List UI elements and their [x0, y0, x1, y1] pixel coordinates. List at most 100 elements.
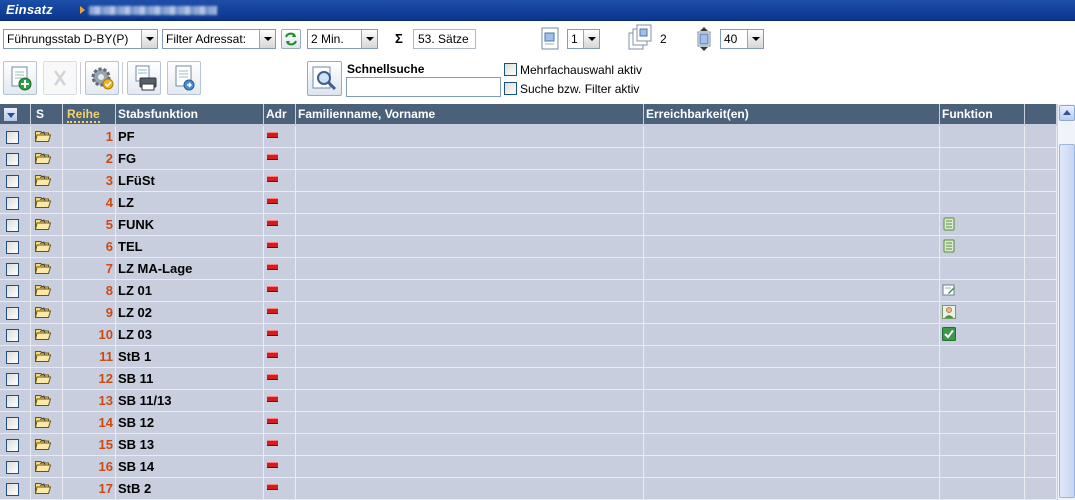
vertical-scrollbar[interactable] — [1057, 104, 1075, 500]
rows-per-page-select[interactable]: 40 — [720, 29, 764, 49]
open-folder-icon[interactable] — [35, 482, 51, 494]
row-checkbox[interactable] — [6, 483, 19, 496]
chevron-down-icon[interactable] — [361, 30, 377, 48]
refresh-interval-select[interactable]: 2 Min. — [307, 29, 378, 49]
select-all-dropdown-icon[interactable] — [3, 107, 18, 122]
open-folder-icon[interactable] — [35, 350, 51, 362]
column-header-stabsfunktion[interactable]: Stabsfunktion — [116, 104, 264, 124]
table-row[interactable]: 1 PF — [0, 126, 1057, 148]
address-flag-icon[interactable] — [267, 308, 278, 314]
edit-note-icon[interactable] — [942, 283, 956, 297]
column-header-s[interactable]: S — [31, 104, 63, 124]
table-row[interactable]: 17 StB 2 — [0, 478, 1057, 500]
address-flag-icon[interactable] — [267, 220, 278, 226]
row-checkbox[interactable] — [6, 131, 19, 144]
open-folder-icon[interactable] — [35, 196, 51, 208]
table-row[interactable]: 12 SB 11 — [0, 368, 1057, 390]
phone-list-icon[interactable] — [942, 239, 956, 253]
address-flag-icon[interactable] — [267, 198, 278, 204]
table-row[interactable]: 13 SB 11/13 — [0, 390, 1057, 412]
open-folder-icon[interactable] — [35, 438, 51, 450]
open-folder-icon[interactable] — [35, 416, 51, 428]
open-folder-icon[interactable] — [35, 284, 51, 296]
address-flag-icon[interactable] — [267, 396, 278, 402]
open-folder-icon[interactable] — [35, 372, 51, 384]
table-row[interactable]: 4 LZ — [0, 192, 1057, 214]
chevron-down-icon[interactable] — [583, 30, 599, 48]
row-checkbox[interactable] — [6, 417, 19, 430]
table-row[interactable]: 9 LZ 02 — [0, 302, 1057, 324]
refresh-button[interactable] — [281, 29, 301, 49]
filter-active-option[interactable]: Suche bzw. Filter aktiv — [504, 82, 639, 96]
new-entry-button[interactable] — [3, 61, 37, 95]
table-row[interactable]: 3 LFüSt — [0, 170, 1057, 192]
address-flag-icon[interactable] — [267, 374, 278, 380]
table-row[interactable]: 5 FUNK — [0, 214, 1057, 236]
open-folder-icon[interactable] — [35, 262, 51, 274]
open-folder-icon[interactable] — [35, 218, 51, 230]
chevron-down-icon[interactable] — [141, 30, 157, 48]
column-header-adr[interactable]: Adr — [264, 104, 296, 124]
column-header-funktion[interactable]: Funktion — [940, 104, 1025, 124]
address-flag-icon[interactable] — [267, 440, 278, 446]
address-flag-icon[interactable] — [267, 154, 278, 160]
row-checkbox[interactable] — [6, 373, 19, 386]
row-checkbox[interactable] — [6, 219, 19, 232]
row-checkbox[interactable] — [6, 395, 19, 408]
multiselect-checkbox[interactable] — [504, 63, 517, 76]
address-flag-icon[interactable] — [267, 132, 278, 138]
phone-list-icon[interactable] — [942, 217, 956, 231]
row-checkbox[interactable] — [6, 461, 19, 474]
row-checkbox[interactable] — [6, 241, 19, 254]
table-row[interactable]: 10 LZ 03 — [0, 324, 1057, 346]
row-checkbox[interactable] — [6, 329, 19, 342]
open-folder-icon[interactable] — [35, 174, 51, 186]
quicksearch-input[interactable] — [346, 77, 501, 97]
filter-active-checkbox[interactable] — [504, 82, 517, 95]
select-all-column[interactable] — [0, 104, 31, 124]
delete-button[interactable] — [43, 61, 77, 95]
table-row[interactable]: 16 SB 14 — [0, 456, 1057, 478]
checkmark-icon[interactable] — [942, 327, 956, 341]
multiselect-option[interactable]: Mehrfachauswahl aktiv — [504, 63, 642, 77]
row-checkbox[interactable] — [6, 307, 19, 320]
page-select[interactable]: 1 — [567, 29, 600, 49]
address-flag-icon[interactable] — [267, 330, 278, 336]
table-row[interactable]: 15 SB 13 — [0, 434, 1057, 456]
table-row[interactable]: 14 SB 12 — [0, 412, 1057, 434]
row-checkbox[interactable] — [6, 285, 19, 298]
column-header-erreichbarkeit[interactable]: Erreichbarkeit(en) — [644, 104, 940, 124]
open-folder-icon[interactable] — [35, 130, 51, 142]
row-checkbox[interactable] — [6, 263, 19, 276]
row-checkbox[interactable] — [6, 175, 19, 188]
address-flag-icon[interactable] — [267, 286, 278, 292]
chevron-down-icon[interactable] — [747, 30, 763, 48]
scroll-up-button[interactable] — [1059, 105, 1075, 121]
open-folder-icon[interactable] — [35, 306, 51, 318]
address-flag-icon[interactable] — [267, 462, 278, 468]
address-flag-icon[interactable] — [267, 176, 278, 182]
address-flag-icon[interactable] — [267, 242, 278, 248]
filter-select[interactable]: Filter Adressat: — [162, 29, 276, 49]
settings-button[interactable] — [85, 61, 119, 95]
open-folder-icon[interactable] — [35, 152, 51, 164]
column-header-name[interactable]: Familienname, Vorname — [296, 104, 644, 124]
stab-select[interactable]: Führungsstab D-BY(P) — [3, 29, 158, 49]
open-folder-icon[interactable] — [35, 394, 51, 406]
quicksearch-button[interactable] — [307, 61, 342, 96]
table-row[interactable]: 11 StB 1 — [0, 346, 1057, 368]
chevron-down-icon[interactable] — [259, 30, 275, 48]
address-flag-icon[interactable] — [267, 418, 278, 424]
row-checkbox[interactable] — [6, 197, 19, 210]
address-flag-icon[interactable] — [267, 352, 278, 358]
column-header-reihe[interactable]: Reihe — [63, 104, 116, 124]
open-folder-icon[interactable] — [35, 240, 51, 252]
table-row[interactable]: 2 FG — [0, 148, 1057, 170]
table-row[interactable]: 7 LZ MA-Lage — [0, 258, 1057, 280]
open-folder-icon[interactable] — [35, 460, 51, 472]
print-button[interactable] — [127, 61, 161, 95]
person-icon[interactable] — [942, 305, 956, 319]
table-row[interactable]: 6 TEL — [0, 236, 1057, 258]
address-flag-icon[interactable] — [267, 484, 278, 490]
open-folder-icon[interactable] — [35, 328, 51, 340]
